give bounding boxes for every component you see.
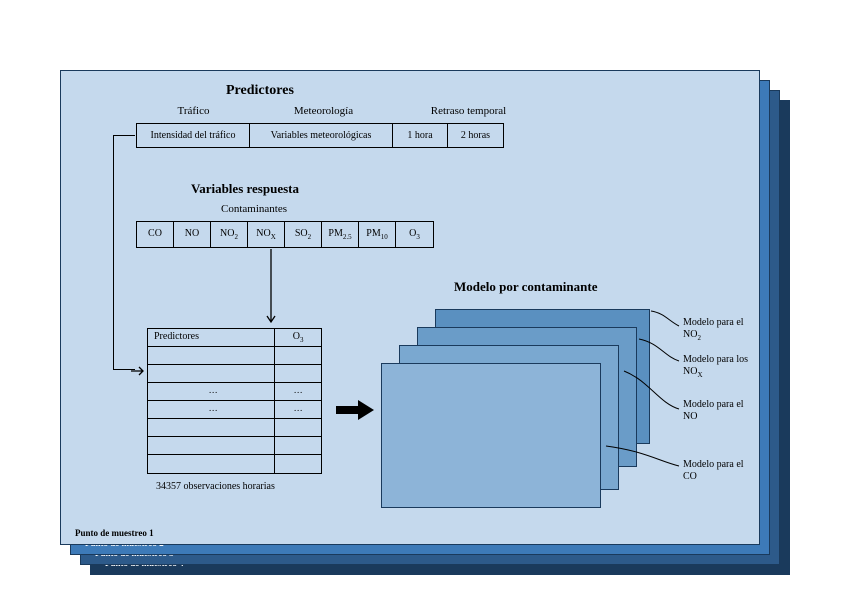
table-row (148, 455, 321, 473)
observations-count: 34357 observaciones horarias (156, 481, 275, 492)
table-row (148, 365, 321, 383)
pred-cell-1h: 1 hora (393, 124, 448, 147)
pollutant-pm10: PM10 (359, 222, 396, 247)
layer-1-main: Punto de muestreo 1 Predictores Tráfico … (60, 70, 760, 545)
predictors-title: Predictores (226, 83, 294, 99)
pollutant-pm25: PM2.5 (322, 222, 359, 247)
pred-header-traffic: Tráfico (136, 105, 251, 117)
pred-cell-traffic: Intensidad del tráfico (137, 124, 250, 147)
pred-header-lag: Retraso temporal (396, 105, 541, 117)
pred-cell-2h: 2 horas (448, 124, 503, 147)
table-row (148, 419, 321, 437)
layer-1-label: Punto de muestreo 1 (75, 528, 154, 538)
table-header-row: Predictores O3 (148, 329, 321, 347)
pollutant-co: CO (137, 222, 174, 247)
response-title: Variables respuesta (191, 181, 299, 197)
table-row (148, 437, 321, 455)
table-row-dots: … … (148, 401, 321, 419)
table-row (148, 347, 321, 365)
pollutant-o3: O3 (396, 222, 433, 247)
model-label-no: Modelo para el NO (683, 399, 759, 423)
model-label-co: Modelo para el CO (683, 459, 759, 483)
thick-arrow-right-icon (334, 396, 376, 424)
col-predictors: Predictores (148, 329, 275, 346)
observations-table: Predictores O3 … … … … (147, 328, 322, 474)
model-label-no2: Modelo para el NO2 (683, 317, 759, 344)
models-title: Modelo por contaminante (454, 279, 597, 295)
pred-cell-meteo: Variables meteorológicas (250, 124, 393, 147)
connector-curves (594, 301, 694, 521)
table-row-dots: … … (148, 383, 321, 401)
arrow-down-icon (264, 249, 278, 329)
diagram-stack: Punto de muestreo 4 Punto de muestreo 3 … (60, 70, 790, 570)
predictors-table: Intensidad del tráfico Variables meteoro… (136, 123, 504, 148)
model-label-nox: Modelo para los NOX (683, 354, 759, 381)
pollutant-no2: NO2 (211, 222, 248, 247)
response-subtitle: Contaminantes (221, 203, 287, 215)
pollutant-nox: NOX (248, 222, 285, 247)
model-card-co (381, 363, 601, 508)
pred-header-meteo: Meteorología (251, 105, 396, 117)
predictors-headers: Tráfico Meteorología Retraso temporal (136, 105, 541, 117)
col-o3: O3 (275, 329, 321, 346)
pollutant-no: NO (174, 222, 211, 247)
pollutant-so2: SO2 (285, 222, 322, 247)
bracket-predictors-to-table (113, 135, 135, 370)
response-table: CO NO NO2 NOX SO2 PM2.5 PM10 O3 (136, 221, 434, 248)
